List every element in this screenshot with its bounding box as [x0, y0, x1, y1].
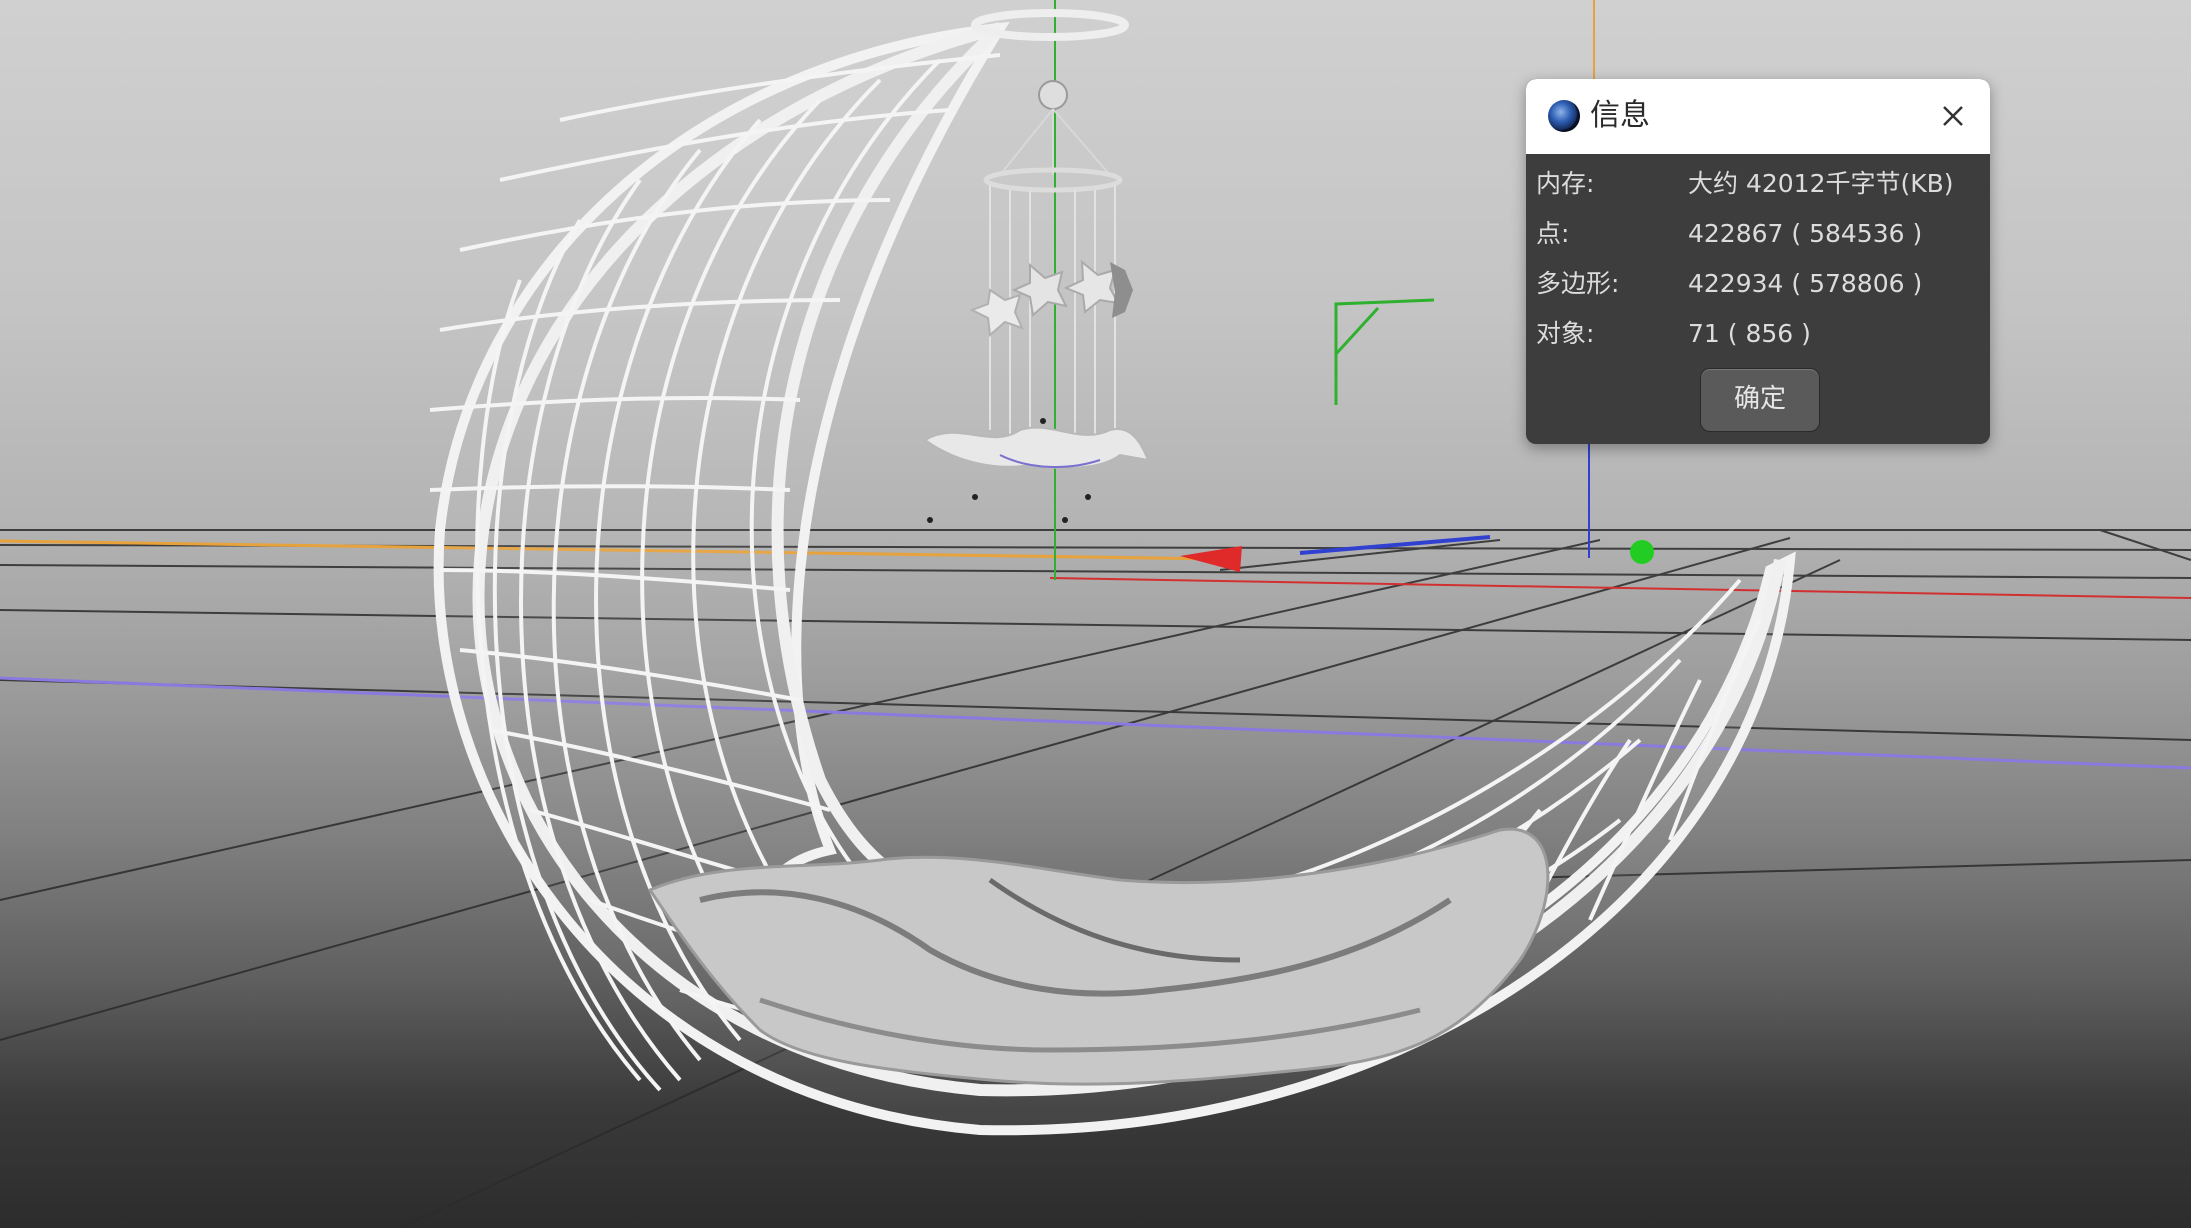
info-label: 内存: [1536, 169, 1595, 198]
info-row-memory: 内存: 大约 42012千字节(KB) [1536, 164, 1976, 204]
info-dialog: 信息 内存: 大约 42012千字节(KB) 点: 422867 ( 58453… [1526, 79, 1990, 444]
gizmo-origin-handle[interactable] [1630, 540, 1654, 564]
info-row-points: 点: 422867 ( 584536 ) [1536, 214, 1976, 254]
info-row-objects: 对象: 71 ( 856 ) [1536, 314, 1976, 354]
info-label: 多边形: [1536, 269, 1620, 298]
x-axis-line [1049, 577, 2191, 599]
star-mobile-model[interactable] [923, 80, 1150, 523]
close-icon [1943, 106, 1963, 126]
light-gizmo [1334, 298, 1435, 405]
info-label: 点: [1536, 219, 1570, 248]
ok-button[interactable]: 确定 [1700, 368, 1820, 432]
dialog-title: 信息 [1590, 98, 1650, 133]
info-label: 对象: [1536, 319, 1595, 348]
info-value: 71 ( 856 ) [1688, 319, 1811, 348]
guide-line [0, 676, 2191, 770]
close-button[interactable] [1936, 99, 1970, 133]
dialog-titlebar[interactable]: 信息 [1526, 79, 1990, 154]
info-value: 422934 ( 578806 ) [1688, 269, 1923, 298]
info-row-polygons: 多边形: 422934 ( 578806 ) [1536, 264, 1976, 304]
info-value: 422867 ( 584536 ) [1688, 219, 1923, 248]
cinema4d-logo-icon [1548, 100, 1580, 132]
info-value: 大约 42012千字节(KB) [1688, 169, 1954, 198]
